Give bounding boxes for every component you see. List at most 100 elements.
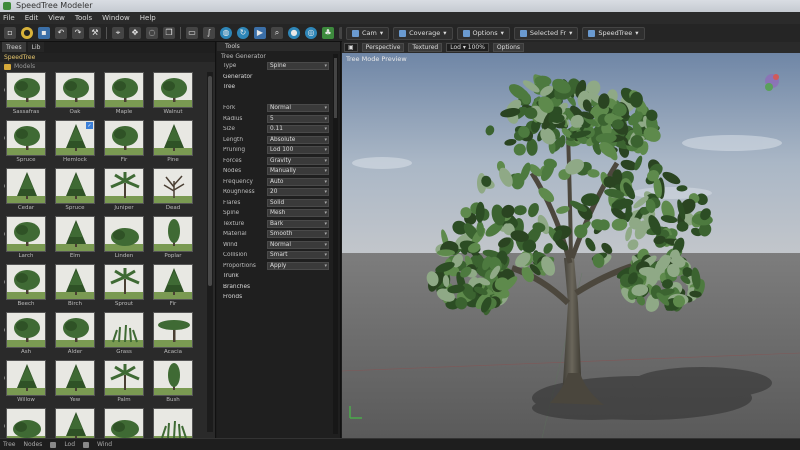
- row-radio[interactable]: [4, 232, 5, 236]
- row-radio[interactable]: [4, 328, 5, 332]
- selection-dropdown[interactable]: Selected Fr ▾: [513, 26, 579, 40]
- status-wind[interactable]: Wind: [97, 441, 112, 448]
- scrollbar-thumb[interactable]: [208, 76, 212, 286]
- model-thumbnail[interactable]: Shrub: [4, 408, 48, 438]
- scrollbar-thumb[interactable]: [334, 58, 337, 118]
- library-scrollbar[interactable]: [207, 72, 213, 432]
- menu-window[interactable]: Window: [102, 14, 130, 22]
- curve-icon[interactable]: ∫: [203, 26, 215, 39]
- select-icon[interactable]: ⌖: [112, 26, 124, 39]
- copy-icon[interactable]: ❐: [163, 26, 175, 39]
- save-icon[interactable]: ▪: [38, 26, 50, 39]
- zoom-icon[interactable]: ⌕: [271, 26, 283, 39]
- refresh-icon[interactable]: ↻: [237, 26, 249, 39]
- property-value-field[interactable]: Spine ▾: [267, 62, 329, 71]
- checkbox-icon[interactable]: ✓: [86, 122, 93, 129]
- menu-view[interactable]: View: [48, 14, 65, 22]
- property-value-field[interactable]: 0.11 ▾: [267, 125, 329, 134]
- model-thumbnail[interactable]: Linden: [102, 216, 146, 262]
- model-thumbnail[interactable]: Cedar: [4, 168, 48, 214]
- move-icon[interactable]: ✥: [129, 26, 141, 39]
- menu-tools[interactable]: Tools: [75, 14, 92, 22]
- property-value-field[interactable]: Normal ▾: [267, 240, 329, 249]
- property-value-field[interactable]: Lod 100 ▾: [267, 146, 329, 155]
- camera-dropdown[interactable]: Cam ▾: [346, 26, 390, 40]
- model-thumbnail[interactable]: Walnut: [151, 72, 195, 118]
- model-thumbnail[interactable]: Fir: [102, 120, 146, 166]
- view-mode-icon[interactable]: ▣: [344, 43, 358, 52]
- redo-icon[interactable]: ↷: [72, 26, 84, 39]
- globe-icon[interactable]: ◍: [220, 26, 232, 39]
- options-dropdown[interactable]: Options ▾: [456, 26, 510, 40]
- model-thumbnail[interactable]: Juniper: [102, 168, 146, 214]
- status-lod[interactable]: Lod: [64, 441, 75, 448]
- property-value-field[interactable]: Solid ▾: [267, 198, 329, 207]
- tab-trees[interactable]: Trees: [2, 42, 26, 52]
- model-thumbnail[interactable]: Maple: [102, 72, 146, 118]
- model-thumbnail[interactable]: Reed: [151, 408, 195, 438]
- row-radio[interactable]: [4, 88, 5, 92]
- tab-perspective[interactable]: Perspective: [361, 43, 405, 52]
- row-radio[interactable]: [4, 184, 5, 188]
- property-value-field[interactable]: Auto ▾: [267, 177, 329, 186]
- property-value-field[interactable]: Gravity ▾: [267, 156, 329, 165]
- row-radio[interactable]: [4, 136, 5, 140]
- properties-scrollbar[interactable]: [333, 54, 338, 434]
- status-nodes[interactable]: Nodes: [24, 441, 43, 448]
- undo-icon[interactable]: ↶: [55, 26, 67, 39]
- coverage-dropdown[interactable]: Coverage ▾: [393, 26, 453, 40]
- property-value-field[interactable]: Apply ▾: [267, 261, 329, 270]
- menu-file[interactable]: File: [3, 14, 15, 22]
- model-thumbnail[interactable]: Bush: [151, 360, 195, 406]
- model-thumbnail[interactable]: Holly: [53, 408, 97, 438]
- frame-icon[interactable]: ▭: [186, 26, 198, 39]
- row-radio[interactable]: [4, 376, 5, 380]
- open-icon[interactable]: ●: [21, 26, 33, 39]
- play-icon[interactable]: ▶: [254, 26, 266, 39]
- model-thumbnail[interactable]: Spruce: [4, 120, 48, 166]
- menu-edit[interactable]: Edit: [25, 14, 39, 22]
- property-value-field[interactable]: Smart ▾: [267, 251, 329, 260]
- model-thumbnail[interactable]: Palm: [102, 360, 146, 406]
- model-thumbnail[interactable]: Elm: [53, 216, 97, 262]
- tab-options[interactable]: Options: [492, 43, 525, 52]
- property-value-field[interactable]: Absolute ▾: [267, 135, 329, 144]
- model-thumbnail[interactable]: Oak: [53, 72, 97, 118]
- menu-help[interactable]: Help: [140, 14, 156, 22]
- property-value-field[interactable]: 5 ▾: [267, 114, 329, 123]
- model-thumbnail[interactable]: Spruce: [53, 168, 97, 214]
- display-dropdown[interactable]: SpeedTree ▾: [582, 26, 645, 40]
- model-thumbnail[interactable]: Poplar: [151, 216, 195, 262]
- property-value-field[interactable]: Mesh ▾: [267, 209, 329, 218]
- property-value-field[interactable]: Bark ▾: [267, 219, 329, 228]
- sphere-icon[interactable]: ●: [288, 26, 300, 39]
- lasso-icon[interactable]: ◌: [146, 26, 158, 39]
- row-radio[interactable]: [4, 280, 5, 284]
- tree-icon[interactable]: ♣: [322, 26, 334, 39]
- target-icon[interactable]: ◎: [305, 26, 317, 39]
- row-radio[interactable]: [4, 424, 5, 428]
- model-thumbnail[interactable]: ✓ Hemlock: [53, 120, 97, 166]
- model-thumbnail[interactable]: Larch: [4, 216, 48, 262]
- model-thumbnail[interactable]: Willow: [4, 360, 48, 406]
- 3d-viewport[interactable]: [342, 53, 800, 438]
- property-value-field[interactable]: Smooth ▾: [267, 230, 329, 239]
- model-thumbnail[interactable]: Birch: [53, 264, 97, 310]
- model-thumbnail[interactable]: Beech: [4, 264, 48, 310]
- wrench-icon[interactable]: ⚒: [89, 26, 101, 39]
- model-thumbnail[interactable]: Alder: [53, 312, 97, 358]
- model-thumbnail[interactable]: Pine: [151, 120, 195, 166]
- property-value-field[interactable]: Normal ▾: [267, 104, 329, 113]
- property-value-field[interactable]: Manually ▾: [267, 167, 329, 176]
- model-thumbnail[interactable]: Grass: [102, 312, 146, 358]
- model-thumbnail[interactable]: Fern: [102, 408, 146, 438]
- new-icon[interactable]: ▫: [4, 26, 16, 39]
- model-thumbnail[interactable]: Yew: [53, 360, 97, 406]
- model-thumbnail[interactable]: Sprout: [102, 264, 146, 310]
- tab-textured[interactable]: Textured: [408, 43, 443, 52]
- status-tree[interactable]: Tree: [3, 441, 16, 448]
- model-thumbnail[interactable]: Acacia: [151, 312, 195, 358]
- model-thumbnail[interactable]: Fir: [151, 264, 195, 310]
- lod-field[interactable]: Lod ▾ 100%: [446, 43, 489, 52]
- model-thumbnail[interactable]: Sassafras: [4, 72, 48, 118]
